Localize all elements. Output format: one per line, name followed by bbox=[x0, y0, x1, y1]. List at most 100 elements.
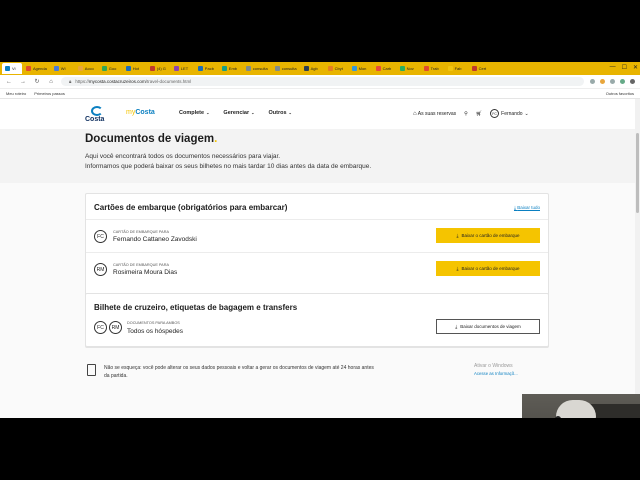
browser-tab[interactable]: Trab bbox=[421, 63, 444, 74]
browser-tab[interactable]: Carb bbox=[373, 63, 396, 74]
lock-icon: 🔒︎ bbox=[69, 79, 72, 84]
list-item: FC Cartão de embarque para Fernando Catt… bbox=[86, 219, 548, 252]
favicon-icon bbox=[447, 66, 453, 71]
favicon-icon bbox=[221, 66, 227, 71]
card-title: Bilhete de cruzeiro, etiquetas de bagage… bbox=[94, 303, 298, 312]
download-icon: ⤓ bbox=[455, 324, 458, 329]
chevron-down-icon: ⌄ bbox=[524, 110, 529, 117]
browser-tab[interactable]: LET bbox=[171, 63, 194, 74]
favicon-icon bbox=[101, 66, 107, 71]
download-all-link[interactable]: ⤓ Baixar tudo bbox=[514, 205, 540, 210]
bookmarks-bar: Meu roteiro Primeiros passos Outros favo… bbox=[0, 89, 640, 99]
other-bookmarks[interactable]: Outros favoritos bbox=[606, 91, 634, 96]
avatar: FC bbox=[94, 230, 107, 243]
windows-activation-watermark: Ativar o Windows Acesse as Informaçõ... bbox=[474, 363, 518, 376]
browser-tab[interactable]: Agenda bbox=[23, 63, 50, 74]
menu-outros[interactable]: Outros ⌄ bbox=[268, 110, 291, 116]
chevron-down-icon: ⌄ bbox=[288, 110, 292, 115]
favicon-icon bbox=[351, 66, 357, 71]
favicon-icon bbox=[375, 66, 381, 71]
download-travel-documents-button[interactable]: ⤓ Baixar documentos de viagem bbox=[436, 319, 540, 334]
profile-icon[interactable] bbox=[620, 79, 625, 84]
chevron-down-icon: ⌄ bbox=[251, 110, 255, 115]
page-scrollbar[interactable] bbox=[635, 99, 640, 418]
user-menu[interactable]: FC Fernando ⌄ bbox=[490, 109, 529, 118]
bookmark-item[interactable]: Meu roteiro bbox=[6, 91, 26, 96]
browser-tab[interactable]: consulta bbox=[243, 63, 271, 74]
document-icon bbox=[87, 364, 96, 376]
minimize-icon[interactable]: — bbox=[610, 64, 616, 71]
favicon-icon bbox=[245, 66, 251, 71]
mycosta-logo[interactable]: myCosta bbox=[126, 109, 155, 116]
avatar: RM bbox=[109, 321, 122, 334]
favicon-icon bbox=[399, 66, 405, 71]
home-icon[interactable]: ⌂ bbox=[47, 79, 55, 85]
search-icon[interactable]: ⚲ bbox=[464, 111, 468, 117]
page-intro: Aqui você encontrará todos os documentos… bbox=[85, 153, 372, 170]
favicon-icon bbox=[125, 66, 131, 71]
browser-tab[interactable]: Hot bbox=[123, 63, 146, 74]
browser-tab[interactable]: Cert bbox=[469, 63, 492, 74]
extension-icon[interactable] bbox=[590, 79, 595, 84]
browser-tab[interactable]: (4) G bbox=[147, 63, 170, 74]
browser-tab[interactable]: Goo bbox=[99, 63, 122, 74]
avatar: RM bbox=[94, 263, 107, 276]
url-input[interactable]: 🔒︎ https://mycosta.costacruzeiros.com/tr… bbox=[61, 77, 584, 86]
browser-tab[interactable]: Cbyt bbox=[325, 63, 348, 74]
card-title: Cartões de embarque (obrigatórios para e… bbox=[94, 203, 288, 212]
favicon-icon bbox=[53, 66, 59, 71]
list-item: RM Cartão de embarque para Rosimeira Mou… bbox=[86, 252, 548, 285]
reload-icon[interactable]: ↻ bbox=[33, 78, 41, 85]
scrollbar-thumb[interactable] bbox=[636, 133, 639, 213]
webcam-overlay bbox=[522, 394, 640, 418]
favicon-icon bbox=[197, 66, 203, 71]
page-title: Documentos de viagem. bbox=[85, 133, 218, 145]
download-boarding-pass-button[interactable]: ⤓ Baixar o cartão de embarque bbox=[436, 261, 540, 276]
favicon-icon bbox=[149, 66, 155, 71]
avatar: FC bbox=[490, 109, 500, 118]
browser-tab[interactable]: Agb bbox=[301, 63, 324, 74]
favicon-icon bbox=[471, 66, 477, 71]
favicon-icon bbox=[327, 66, 333, 71]
forward-icon[interactable]: → bbox=[19, 79, 27, 85]
favicon-icon bbox=[274, 66, 280, 71]
browser-tab[interactable]: Mon bbox=[349, 63, 372, 74]
window-controls: — ☐ ✕ bbox=[610, 64, 638, 71]
reservations-link[interactable]: ⌂ As suas reservas bbox=[413, 111, 456, 117]
browser-tab[interactable]: Fab bbox=[445, 63, 468, 74]
browser-tab[interactable]: consulta bbox=[272, 63, 300, 74]
browser-tab[interactable]: Wi bbox=[51, 63, 74, 74]
address-bar-row: ← → ↻ ⌂ 🔒︎ https://mycosta.costacruzeiro… bbox=[0, 75, 640, 89]
browser-tab[interactable]: Acco bbox=[75, 63, 98, 74]
browser-tab-bar: Vi Agenda Wi Acco Goo Hot (4) G LET Pacb Emb consu… bbox=[0, 62, 640, 75]
bookmark-item[interactable]: Primeiros passos bbox=[34, 91, 65, 96]
favicon-icon bbox=[5, 66, 10, 71]
browser-tab[interactable]: Vi bbox=[2, 63, 22, 74]
favicon-icon bbox=[423, 66, 429, 71]
download-boarding-pass-button[interactable]: ⤓ Baixar o cartão de embarque bbox=[436, 228, 540, 243]
menu-gerenciar[interactable]: Gerenciar ⌄ bbox=[223, 110, 254, 116]
menu-dots-icon[interactable] bbox=[630, 79, 635, 84]
back-icon[interactable]: ← bbox=[5, 79, 13, 85]
extension-icon[interactable] bbox=[610, 79, 615, 84]
browser-tab[interactable]: Nov bbox=[397, 63, 420, 74]
extension-icon[interactable] bbox=[600, 79, 605, 84]
browser-tab[interactable]: Pacb bbox=[195, 63, 218, 74]
browser-tab[interactable]: Emb bbox=[219, 63, 242, 74]
extension-icons bbox=[590, 79, 635, 84]
close-icon[interactable]: ✕ bbox=[633, 64, 638, 71]
maximize-icon[interactable]: ☐ bbox=[622, 64, 627, 71]
main-menu: Complete ⌄ Gerenciar ⌄ Outros ⌄ bbox=[179, 110, 292, 116]
notice: Não se esqueça: você pode alterar os seu… bbox=[87, 364, 457, 380]
cart-icon[interactable]: 🛒︎ bbox=[476, 111, 482, 117]
tag-icon: ⌂ bbox=[413, 110, 417, 117]
menu-complete[interactable]: Complete ⌄ bbox=[179, 110, 209, 116]
favicon-icon bbox=[77, 66, 83, 71]
avatar: FC bbox=[94, 321, 107, 334]
chevron-down-icon: ⌄ bbox=[206, 110, 210, 115]
favicon-icon bbox=[303, 66, 309, 71]
costa-logo[interactable]: Costa bbox=[85, 106, 111, 126]
favicon-icon bbox=[26, 66, 31, 71]
download-icon: ⤓ bbox=[456, 233, 459, 238]
favicon-icon bbox=[173, 66, 179, 71]
